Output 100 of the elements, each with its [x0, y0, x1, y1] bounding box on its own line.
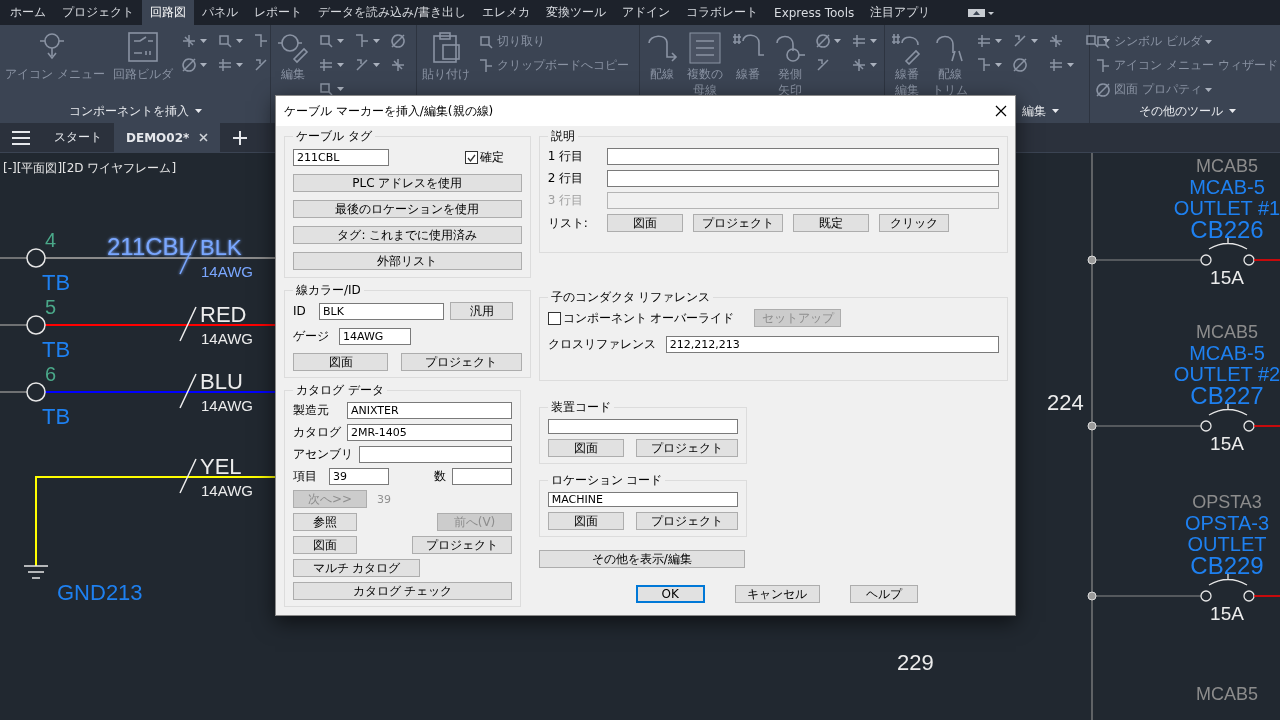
menu-tab[interactable]: ホーム	[2, 0, 54, 25]
field-label: 確定	[479, 149, 504, 166]
dialog-button[interactable]: 図面	[293, 536, 357, 554]
menu-tab[interactable]: コラボレート	[678, 0, 767, 25]
text-field[interactable]: BLK	[319, 302, 444, 320]
caret-icon	[235, 39, 243, 43]
wire-gauge-label: 14AWG	[201, 482, 253, 499]
ground-symbol-icon	[23, 565, 49, 579]
text-field[interactable]	[606, 148, 999, 165]
breaker-symbol-drawing	[1200, 573, 1255, 602]
component-description: OUTLET #2	[1173, 363, 1280, 385]
menu-tab[interactable]: パネル	[194, 0, 246, 25]
panel-title[interactable]: コンポーネントを挿入	[68, 102, 189, 120]
field-label: コンポーネント オーバーライド	[562, 309, 735, 327]
dialog-button[interactable]: マルチ カタログ	[293, 559, 420, 577]
menu-tab[interactable]: Express Tools	[766, 0, 863, 25]
breaker-rating: 15A	[1210, 267, 1244, 288]
wire-line	[0, 391, 28, 393]
text-field[interactable]: 2MR-1405	[347, 424, 512, 441]
text-field[interactable]: 14AWG	[339, 328, 411, 345]
field-label: ID	[293, 304, 307, 318]
menu-tab[interactable]: アドイン	[614, 0, 679, 25]
dialog-button[interactable]: OK	[635, 585, 705, 603]
dialog-button[interactable]: カタログ チェック	[293, 582, 512, 600]
breaker-rating: 15A	[1210, 603, 1244, 624]
dialog-button[interactable]: 既定	[792, 214, 869, 232]
dialog-button[interactable]: 参照	[293, 513, 357, 531]
dialog-button[interactable]: クリック	[878, 214, 949, 232]
dialog-button[interactable]: 図面	[547, 439, 624, 457]
panel-title[interactable]: 編集	[1022, 102, 1046, 120]
dialog-button[interactable]: プロジェクト	[692, 214, 783, 232]
dialog-button[interactable]: PLC アドレスを使用	[293, 174, 522, 192]
dialog-button[interactable]: 図面	[606, 214, 683, 232]
panel-title[interactable]: その他のツール	[1139, 102, 1223, 120]
text-field[interactable]	[359, 446, 512, 463]
caret-icon	[870, 63, 877, 67]
menu-tab[interactable]: 回路図	[142, 0, 194, 25]
menu-tab[interactable]: 注目アプリ	[862, 0, 939, 25]
group-title: 装置コード	[549, 399, 612, 416]
terminal-number: 6	[45, 363, 57, 385]
menu-tab[interactable]: レポート	[246, 0, 310, 25]
text-field[interactable]	[547, 419, 738, 434]
dialog-button[interactable]: プロジェクト	[635, 512, 738, 530]
dialog-button[interactable]: キャンセル	[734, 585, 820, 603]
dialog-button[interactable]: プロジェクト	[412, 536, 512, 554]
text-field[interactable]	[452, 468, 512, 485]
text-field[interactable]: ANIXTER	[347, 402, 512, 419]
document-tab[interactable]: スタート	[42, 123, 114, 152]
dialog-button[interactable]: 外部リスト	[293, 252, 522, 270]
text-field[interactable]	[606, 170, 999, 187]
component-location: MCAB-5	[1189, 176, 1265, 198]
node-dot	[1087, 591, 1097, 601]
dialog-button[interactable]: 汎用	[450, 302, 513, 320]
dialog-button[interactable]: 最後のロケーションを使用	[293, 200, 522, 218]
checkbox[interactable]	[464, 151, 478, 164]
menu-tab[interactable]: エレメカ	[474, 0, 539, 25]
viewport-label[interactable]: [-][平面図][2D ワイヤフレーム]	[3, 160, 177, 177]
field-label: カタログ	[293, 424, 341, 441]
cable-marker-slash	[179, 458, 197, 494]
dialog-button[interactable]: タグ: これまでに使用済み	[293, 226, 522, 244]
caret-icon	[834, 39, 841, 43]
list-box-icon[interactable]	[688, 31, 722, 65]
tool-icon[interactable]	[318, 81, 334, 97]
dialog-button[interactable]: 図面	[547, 512, 624, 530]
component-location: OPSTA-3	[1184, 512, 1270, 534]
menu-tab[interactable]: プロジェクト	[54, 0, 142, 25]
group-title: ケーブル タグ	[295, 128, 373, 145]
dialog-button[interactable]: プロジェクト	[400, 353, 522, 371]
close-icon[interactable]	[995, 105, 1007, 117]
dialog-button[interactable]: プロジェクト	[635, 439, 738, 457]
component-tag: CB229	[1190, 552, 1264, 579]
checkbox[interactable]	[547, 311, 561, 325]
menu-tab[interactable]: データを読み込み/書き出し	[310, 0, 475, 25]
minimize-ribbon-icon[interactable]	[968, 7, 995, 18]
group-title: 線カラー/ID	[295, 282, 362, 299]
wire-line	[1253, 595, 1280, 597]
field-label: クロスリファレンス	[547, 336, 656, 353]
caret-icon	[1052, 109, 1059, 113]
plus-icon[interactable]	[232, 129, 249, 146]
text-field[interactable]: 211CBL	[293, 149, 389, 166]
caret-icon	[1229, 109, 1236, 113]
dialog-title: ケーブル マーカーを挿入/編集(親の線)	[284, 102, 494, 120]
dialog-button[interactable]: その他を表示/編集	[538, 550, 745, 568]
menu-tab[interactable]: 変換ツール	[538, 0, 615, 25]
circle-pencil-icon[interactable]	[276, 31, 310, 65]
caret-icon	[337, 63, 344, 67]
wire-line	[0, 324, 28, 326]
menu-icon[interactable]	[12, 130, 30, 145]
dialog-button[interactable]: ヘルプ	[849, 585, 918, 603]
field-label: 3 行目	[547, 192, 585, 209]
text-field[interactable]: 212,212,213	[665, 336, 999, 353]
text-field[interactable]: 39	[329, 468, 389, 485]
caret-icon	[337, 39, 344, 43]
text-field[interactable]: MACHINE	[547, 492, 738, 507]
component-ref: MCAB5	[1196, 322, 1258, 342]
dialog-button[interactable]: 図面	[293, 353, 388, 371]
switch-box-icon[interactable]	[125, 31, 160, 65]
document-tab[interactable]: DEMO02*	[114, 123, 221, 152]
component-description: OUTLET #1	[1173, 197, 1280, 219]
cable-marker-slash	[179, 373, 197, 409]
